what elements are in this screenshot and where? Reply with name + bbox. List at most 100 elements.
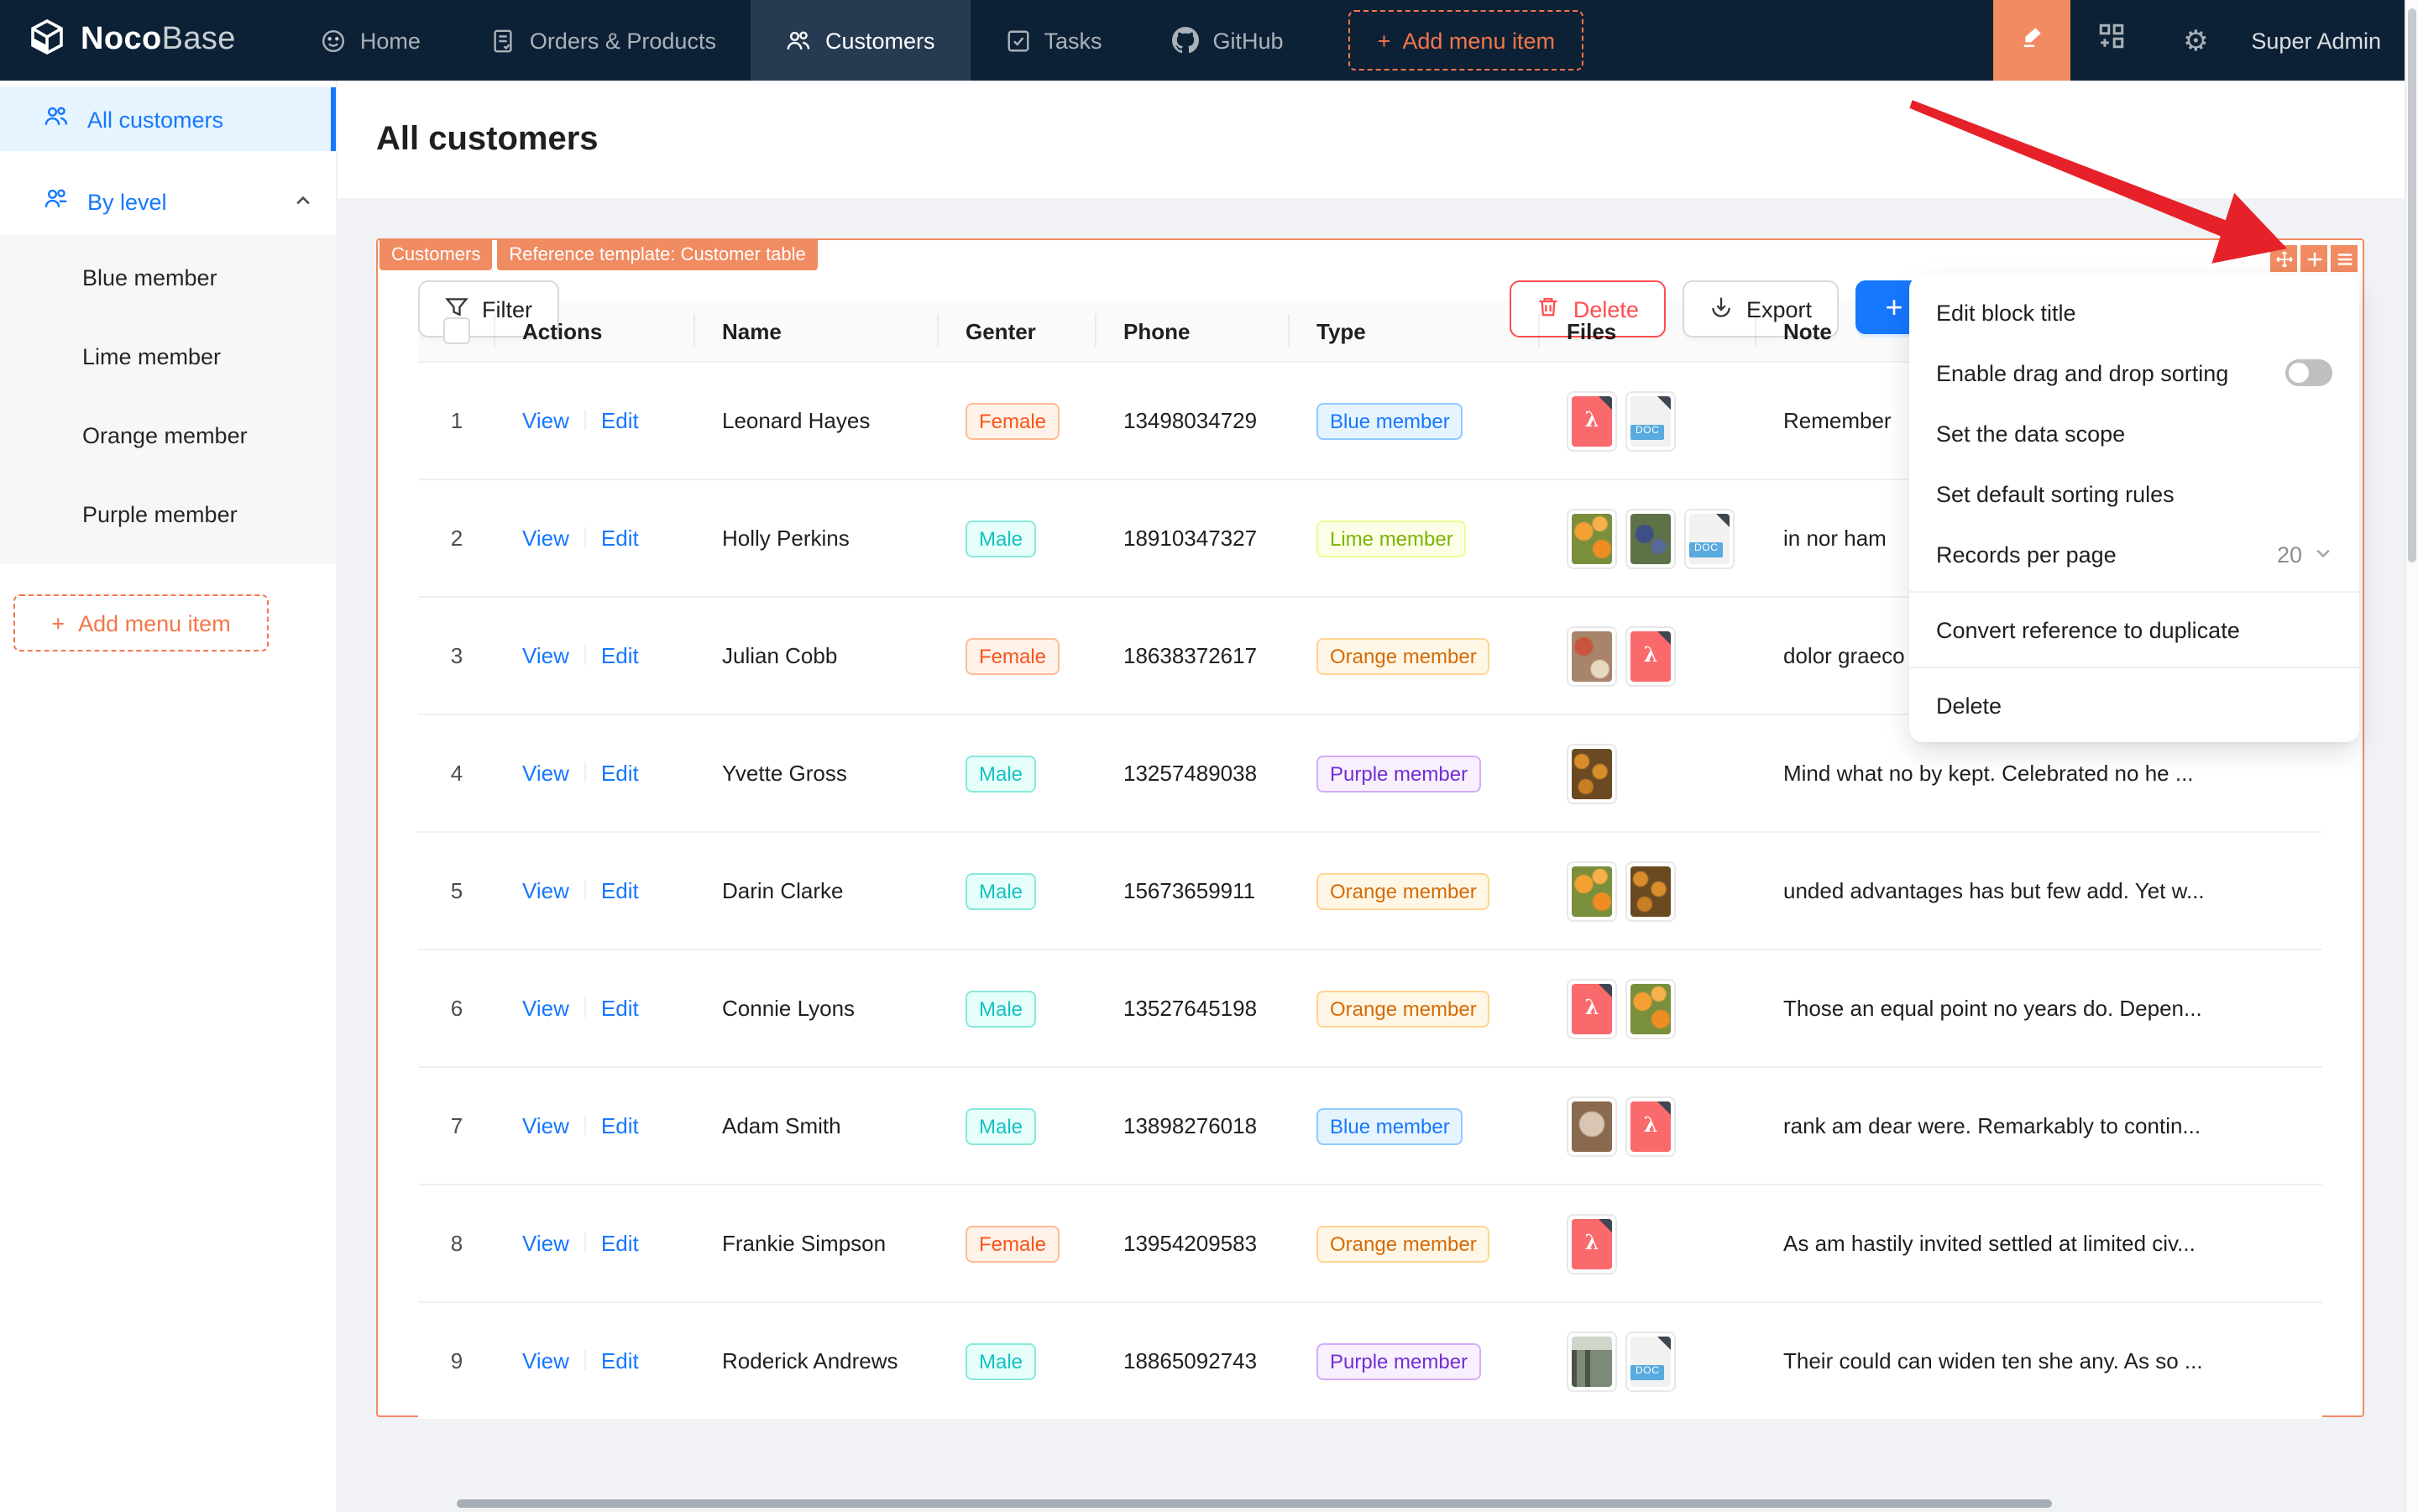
edit-link[interactable]: Edit: [601, 643, 639, 668]
phone-cell: 18638372617: [1123, 643, 1258, 668]
pdf-file-icon[interactable]: λ: [1567, 1213, 1617, 1274]
user-menu[interactable]: Super Admin: [2237, 28, 2418, 53]
nav-item-label: Home: [359, 28, 421, 53]
chevron-down-icon: [2314, 541, 2332, 567]
pdf-file-icon[interactable]: λ: [1567, 390, 1617, 451]
pdf-file-icon[interactable]: λ: [1625, 1096, 1676, 1156]
row-index: 6: [450, 996, 463, 1021]
sidebar-item-lime-member[interactable]: Lime member: [0, 317, 336, 396]
image-attachment-thumbnail[interactable]: [1625, 508, 1676, 568]
github-icon: [1172, 27, 1200, 54]
view-link[interactable]: View: [522, 878, 569, 903]
sidebar-item-all-customers[interactable]: All customers: [0, 87, 336, 151]
column-header-files: Files: [1540, 318, 1756, 343]
menu-item-records-per-page[interactable]: Records per page 20: [1909, 524, 2359, 584]
member-type-tag: Orange member: [1316, 1225, 1490, 1262]
menu-item-delete[interactable]: Delete: [1909, 675, 2359, 735]
image-attachment-thumbnail[interactable]: [1567, 1096, 1617, 1156]
table-row: 6 View Edit Connie Lyons Male 13527645198 Oran…: [418, 950, 2322, 1068]
action-divider: [584, 997, 586, 1018]
view-link[interactable]: View: [522, 408, 569, 433]
doc-file-icon[interactable]: DOC: [1625, 390, 1676, 451]
view-link[interactable]: View: [522, 1348, 569, 1373]
nav-item-orders-products[interactable]: Orders & Products: [456, 0, 751, 81]
nav-item-github[interactable]: GitHub: [1138, 0, 1319, 81]
pdf-file-icon[interactable]: λ: [1625, 625, 1676, 686]
table-row: 8 View Edit Frankie Simpson Female 1395420958…: [418, 1185, 2322, 1303]
gender-tag: Female: [966, 637, 1060, 674]
block-settings-icon[interactable]: [2331, 245, 2358, 272]
sidebar-item-blue-member[interactable]: Blue member: [0, 238, 336, 317]
image-attachment-thumbnail[interactable]: [1567, 861, 1617, 921]
member-type-tag: Orange member: [1316, 637, 1490, 674]
pdf-file-icon[interactable]: λ: [1567, 978, 1617, 1039]
nav-add-menu-item-button[interactable]: + Add menu item: [1348, 10, 1583, 71]
menu-item-edit-block-title[interactable]: Edit block title: [1909, 282, 2359, 343]
header-select-column: [418, 317, 495, 344]
ui-editor-button[interactable]: [1992, 0, 2070, 81]
sidebar-item-by-level[interactable]: By level: [0, 168, 336, 235]
add-block-icon[interactable]: [2300, 245, 2327, 272]
edit-link[interactable]: Edit: [601, 996, 639, 1021]
menu-item-enable-drag-and-drop-sorting[interactable]: Enable drag and drop sorting: [1909, 343, 2359, 403]
menu-item-set-default-sorting-rules[interactable]: Set default sorting rules: [1909, 463, 2359, 524]
edit-link[interactable]: Edit: [601, 1348, 639, 1373]
plugins-button[interactable]: [2070, 0, 2154, 81]
view-link[interactable]: View: [522, 526, 569, 551]
select-all-checkbox[interactable]: [443, 317, 470, 344]
row-index: 9: [450, 1348, 463, 1373]
view-link[interactable]: View: [522, 1113, 569, 1138]
settings-button[interactable]: ⚙: [2154, 0, 2237, 81]
view-link[interactable]: View: [522, 761, 569, 786]
vertical-scrollbar-thumb[interactable]: [2408, 8, 2416, 562]
menu-item-label: Set the data scope: [1936, 421, 2126, 446]
sidebar-submenu: Blue member Lime member Orange member Purpl…: [0, 235, 336, 564]
menu-divider: [1909, 667, 2359, 668]
view-link[interactable]: View: [522, 643, 569, 668]
edit-link[interactable]: Edit: [601, 878, 639, 903]
edit-link[interactable]: Edit: [601, 526, 639, 551]
nav-item-label: Customers: [824, 28, 935, 53]
nav-item-customers[interactable]: Customers: [751, 0, 971, 81]
image-attachment-thumbnail[interactable]: [1625, 978, 1676, 1039]
view-link[interactable]: View: [522, 1231, 569, 1256]
menu-item-set-the-data-scope[interactable]: Set the data scope: [1909, 403, 2359, 463]
nav-item-home[interactable]: Home: [286, 0, 456, 81]
image-attachment-thumbnail[interactable]: [1567, 743, 1617, 803]
gender-tag: Female: [966, 1225, 1060, 1262]
block-settings-menu: Edit block title Enable drag and drop sor…: [1909, 275, 2359, 742]
member-type-tag: Orange member: [1316, 872, 1490, 909]
files-cell: λ: [1540, 1096, 1756, 1156]
sidebar-add-menu-item-button[interactable]: + Add menu item: [13, 594, 269, 651]
phone-cell: 13257489038: [1123, 761, 1258, 786]
image-attachment-thumbnail[interactable]: [1567, 1331, 1617, 1391]
plus-icon: +: [51, 610, 65, 636]
edit-link[interactable]: Edit: [601, 1113, 639, 1138]
name-cell: Roderick Andrews: [722, 1348, 898, 1373]
sidebar-item-orange-member[interactable]: Orange member: [0, 396, 336, 475]
image-attachment-thumbnail[interactable]: [1625, 861, 1676, 921]
image-attachment-thumbnail[interactable]: [1567, 625, 1617, 686]
doc-file-icon[interactable]: DOC: [1684, 508, 1735, 568]
nav-item-tasks[interactable]: Tasks: [971, 0, 1138, 81]
member-type-tag: Blue member: [1316, 1107, 1463, 1144]
drag-sort-toggle[interactable]: [2285, 359, 2332, 386]
doc-file-icon[interactable]: DOC: [1625, 1331, 1676, 1391]
column-header-genter: Genter: [939, 318, 1096, 343]
edit-link[interactable]: Edit: [601, 761, 639, 786]
sidebar-item-purple-member[interactable]: Purple member: [0, 475, 336, 554]
view-link[interactable]: View: [522, 996, 569, 1021]
vertical-scrollbar[interactable]: [2405, 0, 2418, 1512]
nocobase-logo[interactable]: NocoBase: [0, 16, 286, 65]
phone-cell: 13498034729: [1123, 408, 1258, 433]
edit-link[interactable]: Edit: [601, 1231, 639, 1256]
action-divider: [584, 410, 586, 430]
image-attachment-thumbnail[interactable]: [1567, 508, 1617, 568]
page-header: All customers: [336, 81, 2418, 198]
menu-item-convert-reference-to-duplicate[interactable]: Convert reference to duplicate: [1909, 599, 2359, 660]
column-header-name: Name: [695, 318, 939, 343]
smiley-icon: [322, 28, 347, 53]
drag-handle-icon[interactable]: [2270, 245, 2297, 272]
edit-link[interactable]: Edit: [601, 408, 639, 433]
horizontal-scrollbar-thumb[interactable]: [457, 1499, 2052, 1508]
